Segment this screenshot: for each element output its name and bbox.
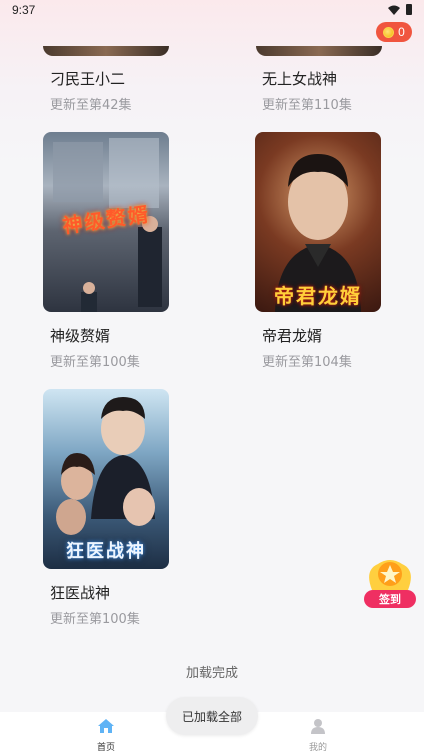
load-status: 加载完成 [185, 666, 238, 681]
poster-stub-2[interactable] [256, 46, 382, 56]
coin-badge[interactable]: 0 [376, 22, 412, 42]
checkin-label: 签到 [364, 590, 416, 608]
toast-message: 已加载全部 [166, 697, 258, 735]
wifi-icon [388, 5, 400, 15]
coin-icon [383, 26, 395, 38]
user-icon [311, 719, 325, 734]
status-bar: 9:37 [0, 0, 424, 20]
nav-home[interactable]: 首页 [86, 718, 126, 753]
card-episodes-1: 更新至第42集 [50, 98, 132, 113]
nav-home-label: 首页 [96, 743, 115, 753]
poster-kuangyi-zhanshen[interactable]: 狂医战神 [43, 389, 169, 569]
poster-shenji-zhuixu[interactable]: 神级赘婿 [43, 132, 169, 312]
home-icon [98, 719, 114, 733]
card-title-4[interactable]: 帝君龙婿 [262, 325, 322, 346]
nav-mine-label: 我的 [308, 743, 327, 753]
card-title-5[interactable]: 狂医战神 [50, 582, 110, 603]
card-episodes-5: 更新至第100集 [50, 612, 140, 627]
card-episodes-3: 更新至第100集 [50, 355, 140, 370]
nav-mine[interactable]: 我的 [298, 718, 338, 753]
battery-icon [406, 4, 412, 15]
status-icons [388, 4, 412, 15]
poster-title-2: 帝君龙婿 [274, 284, 362, 308]
poster-title-3: 狂医战神 [66, 541, 146, 562]
card-title-2[interactable]: 无上女战神 [262, 68, 337, 89]
card-episodes-4: 更新至第104集 [262, 355, 352, 370]
card-title-1[interactable]: 刁民王小二 [50, 68, 125, 89]
coin-count: 0 [398, 25, 405, 39]
card-title-3[interactable]: 神级赘婿 [50, 325, 110, 346]
status-time: 9:37 [12, 3, 36, 17]
checkin-button[interactable]: 签到 [360, 556, 420, 612]
poster-dijun-longxu[interactable]: 帝君龙婿 [255, 132, 381, 312]
card-episodes-2: 更新至第110集 [262, 98, 352, 113]
poster-stub-1[interactable] [43, 46, 169, 56]
